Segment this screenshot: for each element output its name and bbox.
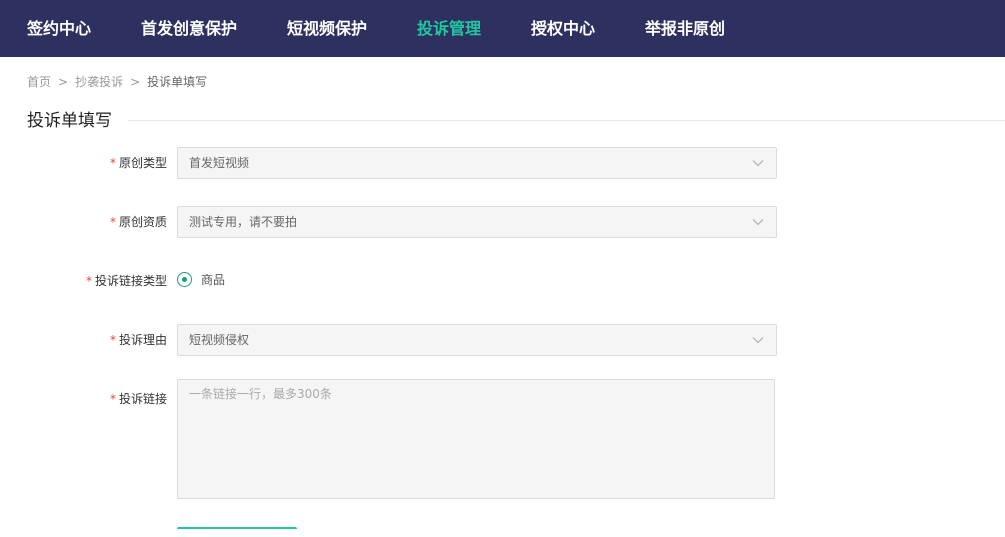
links-label: * 投诉链接 [110, 389, 167, 409]
required-mark: * [109, 215, 116, 229]
nav-item-signing-center[interactable]: 签约中心 [27, 0, 91, 57]
reason-value: 短视频侵权 [189, 333, 250, 347]
chevron-down-icon [752, 337, 764, 344]
original-qualification-value: 测试专用，请不要拍 [189, 215, 298, 229]
submit-button[interactable] [177, 527, 297, 537]
breadcrumb-home-link[interactable]: 首页 [27, 75, 51, 89]
links-textarea[interactable] [177, 379, 775, 499]
nav-item-short-video-protection[interactable]: 短视频保护 [287, 0, 367, 57]
required-mark: * [109, 333, 116, 347]
link-type-label: * 投诉链接类型 [86, 271, 167, 291]
original-type-label-text: 原创类型 [118, 156, 167, 170]
title-divider [128, 120, 1005, 121]
radio-dot [182, 277, 187, 282]
required-mark: * [109, 392, 116, 406]
link-type-label-text: 投诉链接类型 [94, 274, 167, 288]
breadcrumb-separator: > [58, 75, 69, 89]
breadcrumb-plagiarism-complaint-link[interactable]: 抄袭投诉 [75, 75, 123, 89]
original-type-label: * 原创类型 [110, 153, 167, 173]
radio-selected-icon[interactable] [177, 272, 192, 287]
nav-item-authorization-center[interactable]: 授权中心 [531, 0, 595, 57]
original-qualification-label-text: 原创资质 [118, 215, 167, 229]
reason-select[interactable]: 短视频侵权 [177, 324, 777, 356]
nav-item-first-creative-protection[interactable]: 首发创意保护 [141, 0, 237, 57]
original-type-select[interactable]: 首发短视频 [177, 147, 777, 179]
original-type-value: 首发短视频 [189, 156, 250, 170]
breadcrumb-separator: > [130, 75, 141, 89]
required-mark: * [85, 274, 92, 288]
original-qualification-select[interactable]: 测试专用，请不要拍 [177, 206, 777, 238]
chevron-down-icon [752, 219, 764, 226]
nav-item-complaint-management[interactable]: 投诉管理 [417, 0, 481, 57]
reason-label: * 投诉理由 [110, 330, 167, 350]
reason-label-text: 投诉理由 [118, 333, 167, 347]
links-label-text: 投诉链接 [118, 392, 167, 406]
page-title: 投诉单填写 [27, 111, 112, 131]
breadcrumb-current: 投诉单填写 [147, 75, 208, 89]
breadcrumb: 首页 > 抄袭投诉 > 投诉单填写 [27, 73, 207, 91]
original-qualification-label: * 原创资质 [110, 212, 167, 232]
chevron-down-icon [752, 160, 764, 167]
nav-item-report-non-original[interactable]: 举报非原创 [645, 0, 725, 57]
link-type-option-label: 商品 [201, 273, 226, 287]
top-navigation-bar: 签约中心 首发创意保护 短视频保护 投诉管理 授权中心 举报非原创 [0, 0, 1005, 57]
required-mark: * [109, 156, 116, 170]
